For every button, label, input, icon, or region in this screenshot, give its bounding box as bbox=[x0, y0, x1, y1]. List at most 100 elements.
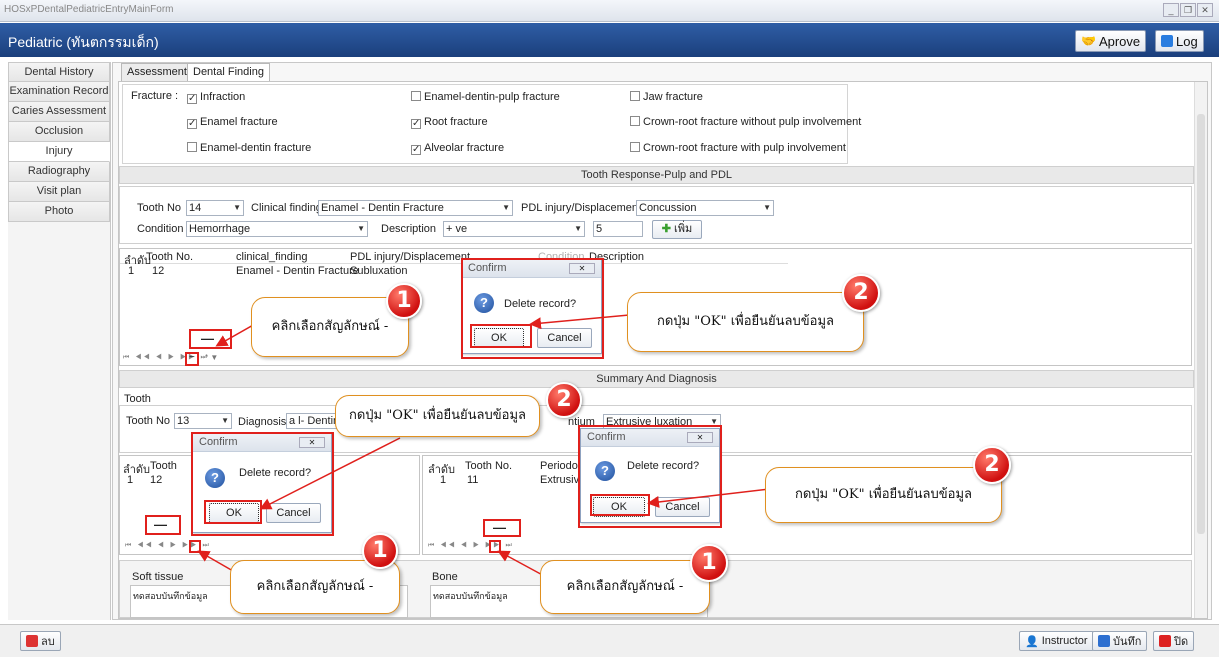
fracture-label: Fracture : bbox=[131, 90, 179, 102]
chevron-down-icon: ▼ bbox=[357, 224, 365, 233]
fracture-option[interactable]: ✓ Infraction bbox=[187, 91, 245, 104]
step-badge: 2 bbox=[842, 274, 880, 312]
close-button[interactable]: ปิด bbox=[1153, 631, 1195, 651]
fracture-option-label: Infraction bbox=[200, 91, 246, 103]
table-cell: 11 bbox=[467, 474, 479, 486]
summary-tooth-no-value: 13 bbox=[177, 415, 190, 427]
fracture-option-label: Enamel-dentin-pulp fracture bbox=[424, 91, 560, 103]
checkbox-checked[interactable]: ✓ bbox=[187, 119, 197, 129]
chevron-down-icon: ▼ bbox=[233, 203, 241, 212]
tab-assessment[interactable]: Assessment bbox=[121, 63, 193, 81]
instructor-button[interactable]: 👤 Instructor bbox=[1019, 631, 1094, 651]
fracture-option[interactable]: ✓ Enamel fracture bbox=[187, 116, 278, 129]
checkbox[interactable] bbox=[630, 142, 640, 152]
window-title: HOSxPDentalPediatricEntryMainForm bbox=[4, 4, 174, 15]
plus-star-icons[interactable]: * ▼ bbox=[205, 353, 218, 362]
tooth-no-value: 14 bbox=[189, 202, 202, 214]
tooth-no-label: Tooth No bbox=[137, 202, 182, 214]
user-icon: 👤 bbox=[1025, 635, 1039, 648]
restore-button[interactable]: ❐ bbox=[1180, 3, 1196, 17]
fracture-option[interactable]: Crown-root fracture with pulp involvemen… bbox=[630, 142, 846, 154]
close-window-button[interactable]: ✕ bbox=[1197, 3, 1213, 17]
diagnosis-label: Diagnosis bbox=[238, 416, 287, 428]
pdl-label: PDL injury/Displacement bbox=[521, 202, 642, 214]
clinical-finding-label: Clinical finding bbox=[251, 202, 322, 214]
condition-select[interactable]: Hemorrhage ▼ bbox=[186, 221, 368, 237]
checkbox[interactable] bbox=[187, 142, 197, 152]
pdl-value: Concussion bbox=[639, 202, 697, 214]
instructor-label: Instructor bbox=[1041, 635, 1088, 647]
scroll-thumb[interactable] bbox=[1197, 114, 1205, 534]
sidebar-item-radiography[interactable]: Radiography bbox=[8, 162, 110, 182]
vertical-scrollbar[interactable] bbox=[1194, 82, 1207, 618]
delete-record-icon-highlight[interactable] bbox=[189, 540, 201, 553]
checkbox-checked[interactable]: ✓ bbox=[187, 94, 197, 104]
description-select[interactable]: + ve ▼ bbox=[443, 221, 585, 237]
fracture-option[interactable]: Enamel-dentin-pulp fracture bbox=[411, 91, 560, 103]
clinical-finding-value: Enamel - Dentin Fracture bbox=[321, 202, 444, 214]
tab-dental-finding[interactable]: Dental Finding bbox=[187, 63, 270, 82]
close-icon bbox=[1159, 635, 1171, 647]
pdl-select[interactable]: Concussion ▼ bbox=[636, 200, 774, 216]
chevron-down-icon: ▼ bbox=[574, 224, 582, 233]
condition-label: Condition bbox=[137, 223, 184, 235]
tooth-no-select[interactable]: 14 ▼ bbox=[186, 200, 244, 216]
log-label: Log bbox=[1176, 33, 1198, 49]
checkbox[interactable] bbox=[630, 91, 640, 101]
save-label: บันทึก bbox=[1113, 636, 1142, 648]
fracture-option[interactable]: Enamel-dentin fracture bbox=[187, 142, 311, 154]
delete-record-icon-highlight[interactable]: − bbox=[185, 352, 199, 366]
delete-button[interactable]: ลบ bbox=[20, 631, 61, 651]
description-label: Description bbox=[381, 223, 437, 235]
fracture-option[interactable]: ✓ Root fracture bbox=[411, 116, 488, 129]
sidebar-item-examination-record[interactable]: Examination Record bbox=[8, 82, 110, 102]
table-row[interactable]: 1 11 Extrusive bbox=[423, 474, 585, 487]
minimize-button[interactable]: _ bbox=[1163, 3, 1179, 17]
sidebar-item-photo[interactable]: Photo bbox=[8, 202, 110, 222]
log-button[interactable]: Log bbox=[1155, 30, 1204, 52]
checkbox[interactable] bbox=[630, 116, 640, 126]
chevron-down-icon: ▼ bbox=[502, 203, 510, 212]
fracture-option[interactable]: ✓ Alveolar fracture bbox=[411, 142, 504, 155]
section-summary: Summary And Diagnosis bbox=[119, 370, 1194, 388]
zoomed-minus-highlight: — bbox=[483, 519, 521, 537]
fracture-option-label: Enamel-dentin fracture bbox=[200, 142, 312, 154]
callout-step1: คลิกเลือกสัญลักษณ์ - bbox=[251, 297, 409, 357]
description-number-input[interactable]: 5 bbox=[593, 221, 643, 237]
sidebar-item-caries-assessment[interactable]: Caries Assessment bbox=[8, 102, 110, 122]
diagnosis-select[interactable]: a l- Dentin - bbox=[286, 413, 341, 429]
tooth-group-label: Tooth bbox=[124, 393, 151, 405]
step-badge: 2 bbox=[546, 382, 582, 418]
column-header: PDL injury/Displacement bbox=[350, 251, 471, 263]
checkbox-checked[interactable]: ✓ bbox=[411, 145, 421, 155]
aprove-button[interactable]: 🤝 Aprove bbox=[1075, 30, 1147, 52]
soft-tissue-label: Soft tissue bbox=[132, 571, 184, 583]
condition-value: Hemorrhage bbox=[189, 223, 251, 235]
ok-highlight bbox=[470, 324, 532, 348]
checkbox[interactable] bbox=[411, 91, 421, 101]
sidebar-item-occlusion[interactable]: Occlusion bbox=[8, 122, 110, 142]
checkbox-checked[interactable]: ✓ bbox=[411, 119, 421, 129]
aprove-label: Aprove bbox=[1098, 33, 1141, 49]
fracture-option[interactable]: Crown-root fracture without pulp involve… bbox=[630, 116, 861, 128]
delete-record-icon-highlight[interactable] bbox=[489, 540, 501, 553]
clinical-finding-select[interactable]: Enamel - Dentin Fracture ▼ bbox=[318, 200, 513, 216]
close-label: ปิด bbox=[1174, 636, 1189, 648]
sidebar-item-visit-plan[interactable]: Visit plan bbox=[8, 182, 110, 202]
bottom-toolbar: ลบ 👤 Instructor บันทึก ปิด bbox=[0, 624, 1219, 657]
sidebar-item-dental-history[interactable]: Dental History bbox=[8, 62, 110, 82]
step-badge: 1 bbox=[690, 544, 728, 582]
fracture-option[interactable]: Jaw fracture bbox=[630, 91, 703, 103]
table-cell: 1 bbox=[128, 265, 135, 277]
step-badge: 1 bbox=[386, 283, 422, 319]
table-row[interactable]: 1 12 Enamel - Dentin Fracture Subluxatio… bbox=[120, 265, 788, 278]
save-button[interactable]: บันทึก bbox=[1092, 631, 1148, 651]
bone-label: Bone bbox=[432, 571, 458, 583]
zoomed-minus-highlight: — bbox=[145, 515, 181, 535]
add-button[interactable]: ✚ เพิ่ม bbox=[652, 220, 702, 239]
summary-tooth-no-select[interactable]: 13 ▼ bbox=[174, 413, 232, 429]
minus-icon: − bbox=[189, 352, 195, 363]
column-header: Tooth No. bbox=[146, 251, 194, 263]
sidebar-item-injury[interactable]: Injury bbox=[8, 142, 110, 162]
fracture-option-label: Crown-root fracture without pulp involve… bbox=[643, 116, 862, 128]
